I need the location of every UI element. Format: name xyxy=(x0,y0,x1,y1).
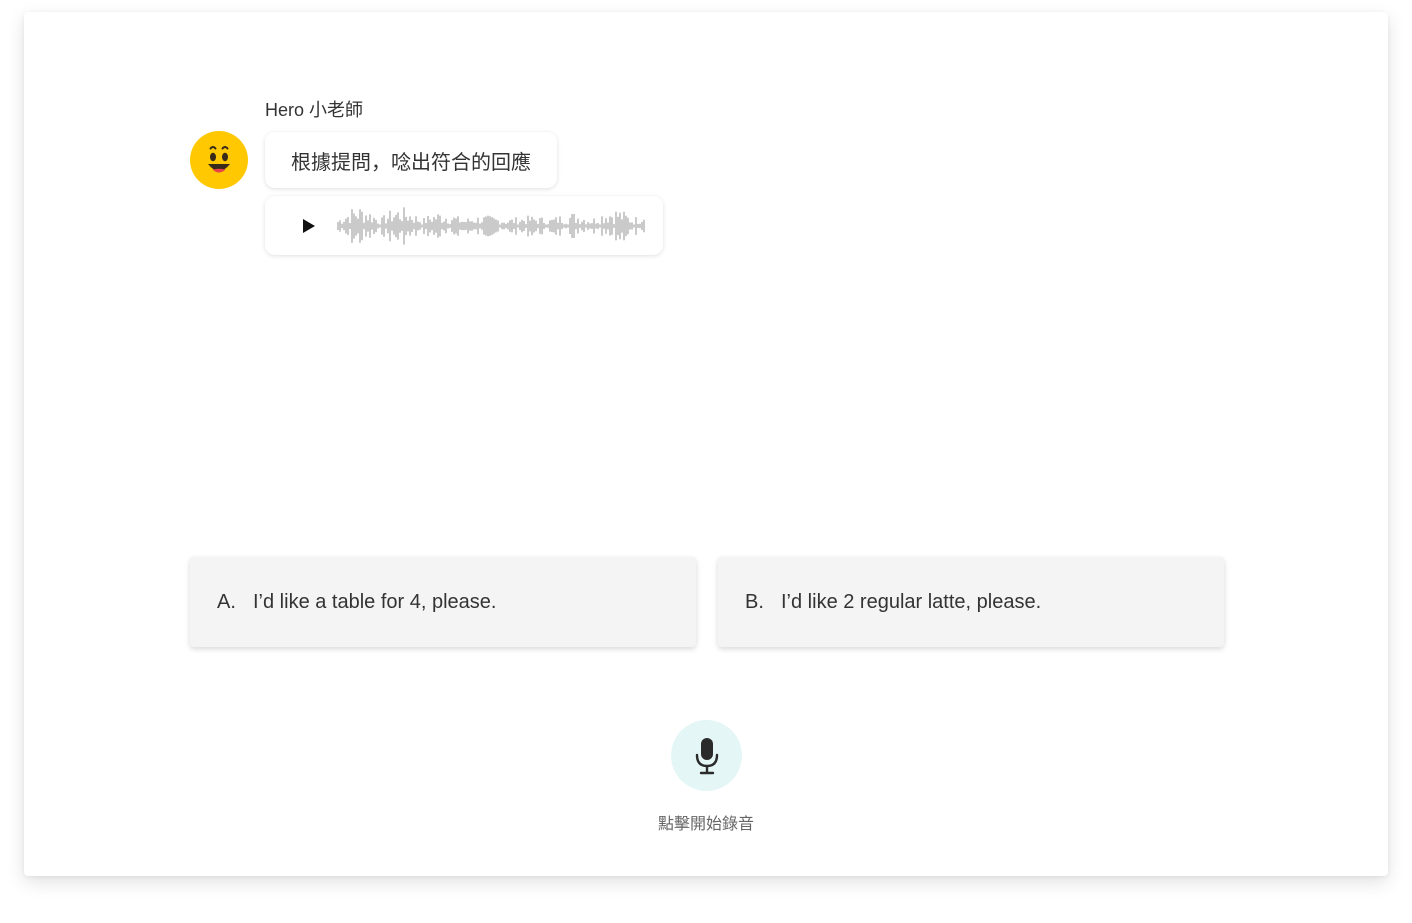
sender-name: Hero 小老師 xyxy=(265,100,364,120)
option-a-text: I’d like a table for 4, please. xyxy=(253,590,497,613)
record-label: 點擊開始錄音 xyxy=(657,816,754,833)
prompt-message-bubble: 根據提問，唸出符合的回應 xyxy=(265,132,557,188)
option-a-button[interactable]: A. I’d like a table for 4, please. xyxy=(190,557,696,647)
audio-message-bubble xyxy=(265,196,663,255)
prompt-message-text: 根據提問，唸出符合的回應 xyxy=(291,151,531,174)
option-b-text: I’d like 2 regular latte, please. xyxy=(781,590,1042,613)
option-b-letter: B. xyxy=(745,590,764,613)
option-b-button[interactable]: B. I’d like 2 regular latte, please. xyxy=(718,557,1224,647)
microphone-icon xyxy=(695,738,719,775)
record-button[interactable] xyxy=(671,720,742,791)
smiley-face-icon xyxy=(190,131,248,189)
lesson-card: Hero 小老師 根據提問，唸出符合的回應 A. I’d like a tabl… xyxy=(24,12,1388,876)
audio-waveform[interactable] xyxy=(337,202,647,250)
option-a-letter: A. xyxy=(217,590,236,613)
play-icon[interactable] xyxy=(295,213,321,239)
